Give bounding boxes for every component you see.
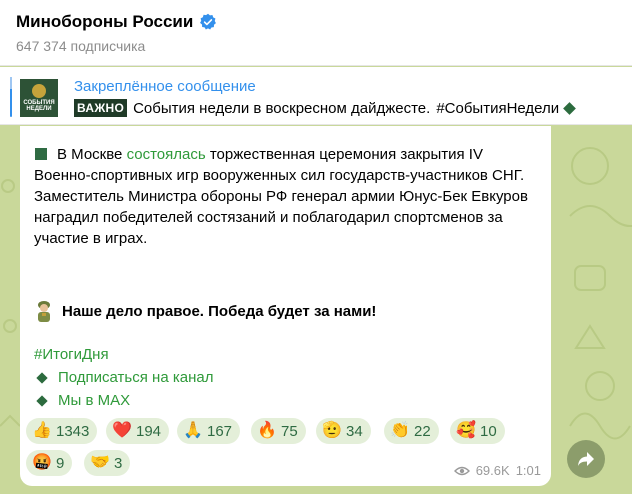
emblem-icon: [32, 84, 46, 98]
subscriber-count: 647 374 подписчика: [16, 38, 146, 54]
reaction-clap[interactable]: 👏 22: [384, 418, 439, 444]
diamond-icon: [563, 101, 577, 115]
smiling-hearts-icon: 🥰: [456, 422, 476, 439]
reaction-count: 10: [480, 422, 497, 440]
heart-icon: ❤️: [112, 422, 132, 439]
pinned-thumbnail: СОБЫТИЯ НЕДЕЛИ: [20, 79, 58, 117]
para-prefix: В Москве: [57, 146, 127, 163]
diamond-icon: [36, 394, 48, 407]
message-bubble[interactable]: В Москве состоялась торжественная церемо…: [20, 126, 551, 486]
salute-icon: 🫡: [322, 422, 342, 439]
reaction-pray[interactable]: 🙏 167: [177, 418, 241, 444]
pinned-label: Закреплённое сообщение: [74, 78, 256, 95]
pray-icon: 🙏: [183, 422, 203, 439]
reaction-count: 1343: [56, 422, 90, 440]
eye-icon: [453, 466, 470, 475]
soldier-icon: [38, 301, 50, 322]
fire-icon: 🔥: [257, 422, 277, 439]
forward-arrow-icon: [578, 452, 594, 466]
subscribe-link-label[interactable]: Подписаться на канал: [58, 369, 213, 386]
subscribe-link[interactable]: Подписаться на канал: [34, 369, 213, 386]
reaction-count: 22: [414, 422, 431, 440]
reaction-thumbs-up[interactable]: 👍 1343: [26, 418, 98, 444]
motto-row: Наше дело правое. Победа будет за нами!: [34, 300, 376, 322]
motto-text: Наше дело правое. Победа будет за нами!: [62, 302, 377, 320]
channel-title[interactable]: Минобороны России: [16, 12, 193, 32]
handshake-icon: 🤝: [90, 454, 110, 471]
clap-icon: 👏: [390, 422, 410, 439]
pinned-hashtag: #СобытияНедели: [436, 99, 560, 117]
reaction-count: 75: [281, 422, 298, 440]
message-paragraph: В Москве состоялась торжественная церемо…: [34, 144, 537, 249]
reaction-love[interactable]: 🥰 10: [450, 418, 505, 444]
reaction-count: 194: [136, 422, 162, 440]
reaction-salute[interactable]: 🫡 34: [316, 418, 371, 444]
diamond-icon: [36, 371, 48, 384]
forward-button[interactable]: [567, 440, 605, 478]
reaction-handshake[interactable]: 🤝 3: [84, 450, 131, 476]
reaction-count: 3: [114, 454, 123, 472]
channel-header[interactable]: Минобороны России 647 374 подписчика: [0, 0, 632, 66]
important-badge: ВАЖНО: [74, 99, 128, 117]
reaction-angry[interactable]: 🤬 9: [26, 450, 73, 476]
pinned-preview: ВАЖНО События недели в воскресном дайдже…: [74, 99, 577, 117]
verified-badge-icon: [200, 13, 217, 30]
message-meta: 69.6K 1:01: [453, 463, 541, 478]
max-link-label[interactable]: Мы в MAX: [58, 392, 130, 409]
green-square-icon: [35, 148, 47, 160]
reaction-count: 9: [56, 454, 65, 472]
view-count: 69.6K: [475, 463, 510, 478]
reaction-heart[interactable]: ❤️ 194: [106, 418, 170, 444]
thumbs-up-icon: 👍: [32, 422, 52, 439]
reaction-count: 167: [207, 422, 233, 440]
hashtag-link[interactable]: #ИтогиДня: [34, 346, 109, 363]
reaction-fire[interactable]: 🔥 75: [251, 418, 306, 444]
pinned-indicator-segment: [10, 77, 12, 89]
pinned-message-bar[interactable]: СОБЫТИЯ НЕДЕЛИ Закреплённое сообщение ВА…: [0, 67, 632, 125]
message-time: 1:01: [515, 463, 541, 478]
reaction-count: 34: [346, 422, 363, 440]
angry-face-icon: 🤬: [32, 454, 52, 471]
inline-link[interactable]: состоялась: [127, 146, 206, 163]
max-link[interactable]: Мы в MAX: [34, 392, 130, 409]
pinned-text: События недели в воскресном дайджесте.: [133, 99, 431, 117]
thumb-text-2: НЕДЕЛИ: [26, 106, 52, 112]
